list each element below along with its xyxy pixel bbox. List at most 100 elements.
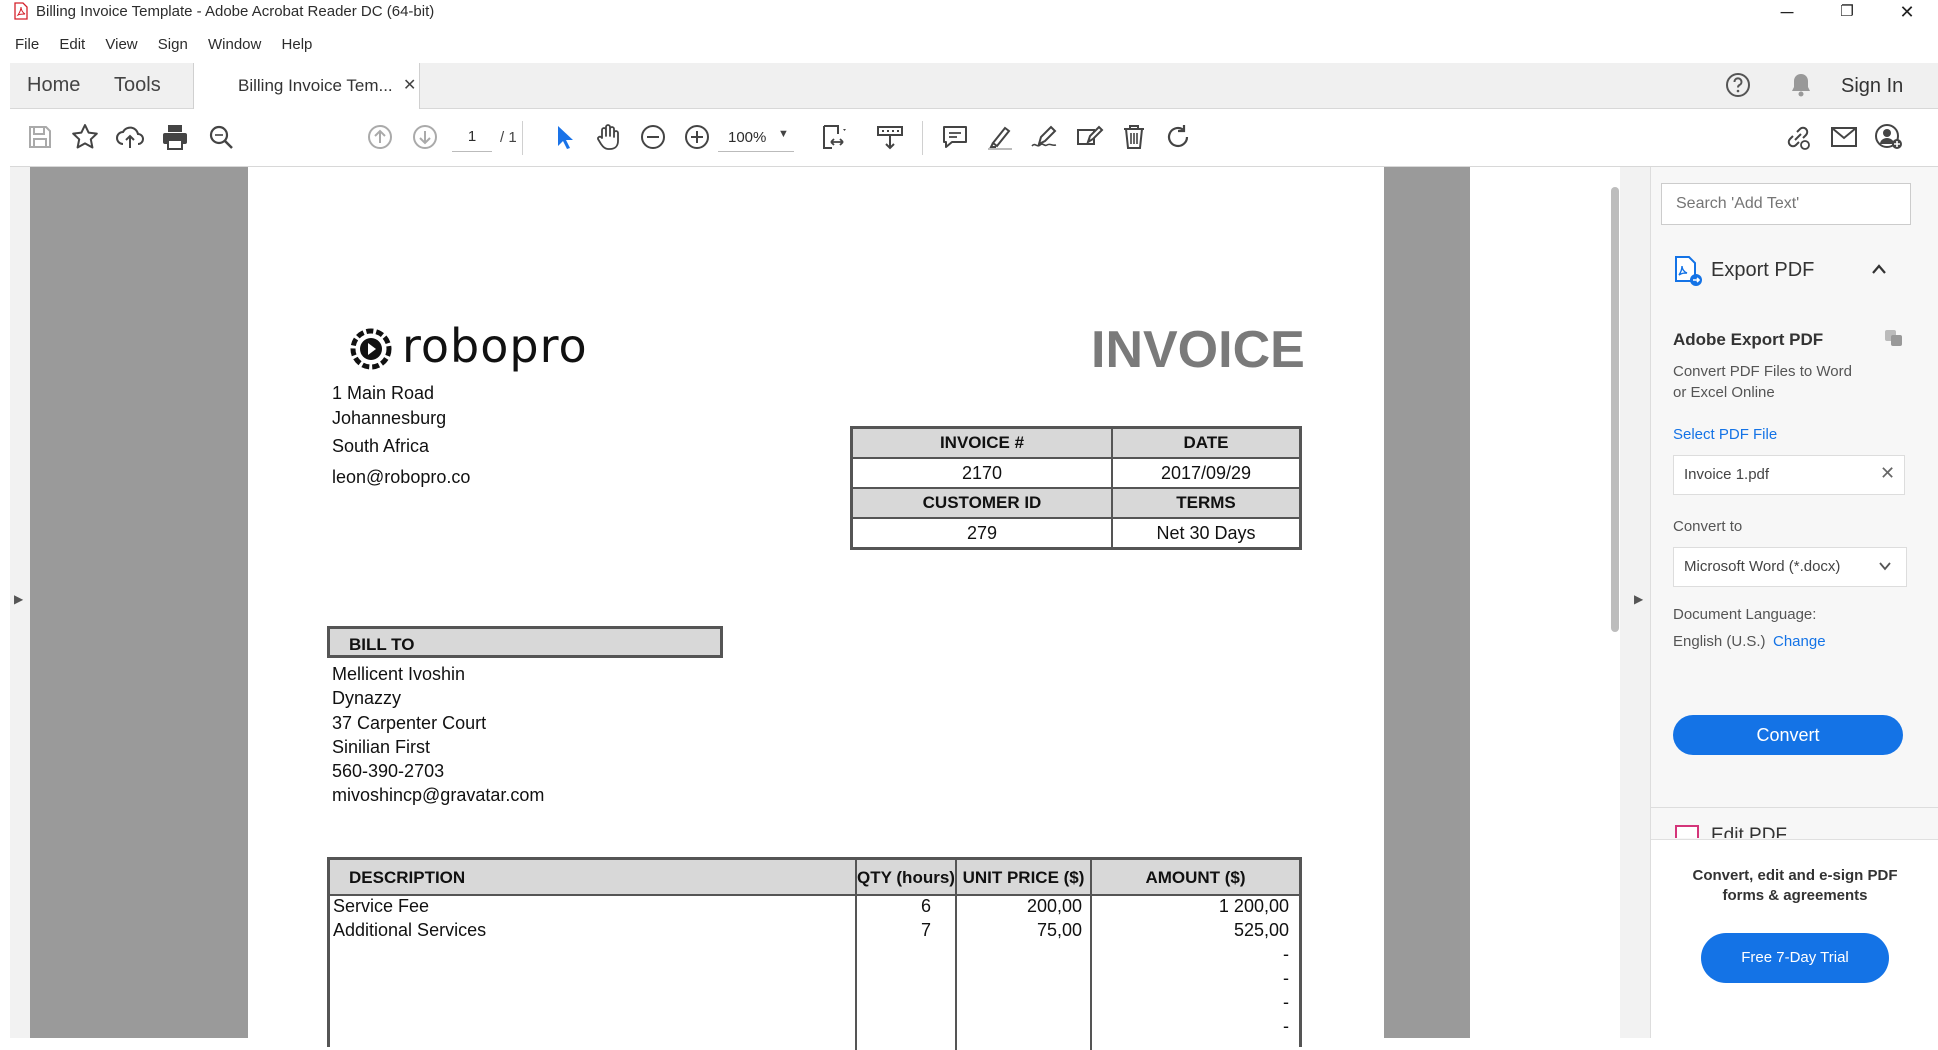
- adobe-export-title: Adobe Export PDF: [1673, 330, 1824, 349]
- promo-section: Convert, edit and e-sign PDF forms & agr…: [1651, 839, 1938, 1039]
- invoice-number-label: INVOICE #: [850, 426, 1113, 459]
- terms-value: Net 30 Days: [1111, 517, 1302, 550]
- bill-to-address: Mellicent Ivoshin Dynazzy 37 Carpenter C…: [332, 662, 544, 808]
- customer-id-value: 279: [850, 517, 1113, 550]
- zoom-out-button[interactable]: [635, 119, 671, 155]
- tab-home[interactable]: Home: [27, 63, 80, 108]
- title-bar: Billing Invoice Template - Adobe Acrobat…: [0, 0, 1938, 24]
- menu-help[interactable]: Help: [282, 36, 313, 53]
- menu-edit[interactable]: Edit: [59, 36, 85, 53]
- toolbar-separator: [522, 121, 523, 155]
- edit-pdf-title: Edit PDF: [1711, 825, 1788, 838]
- left-panel-toggle-strip[interactable]: ▶: [10, 167, 30, 1038]
- fit-page-icon: [823, 125, 846, 149]
- highlight-button[interactable]: [982, 119, 1018, 155]
- table-row: -: [330, 992, 1299, 1016]
- cursor-arrow-icon: [558, 126, 573, 149]
- convert-to-label: Convert to: [1673, 518, 1743, 535]
- upload-cloud-button[interactable]: [112, 119, 148, 155]
- zoom-level-dropdown[interactable]: 100% ▼: [718, 123, 794, 152]
- convert-button[interactable]: Convert: [1673, 715, 1903, 755]
- promo-text: Convert, edit and e-sign PDF: [1692, 867, 1898, 884]
- table-row: Service Fee 6 200,00 1 200,00: [330, 896, 1299, 920]
- address-line: South Africa: [332, 436, 430, 456]
- add-user-button[interactable]: [1870, 119, 1906, 155]
- company-address: 1 Main Road Johannesburg South Africa le…: [332, 381, 470, 490]
- minimize-button[interactable]: ─: [1760, 0, 1814, 24]
- page-total: / 1: [500, 129, 517, 146]
- tab-tools[interactable]: Tools: [114, 63, 161, 108]
- column-header-qty: QTY (hours): [857, 868, 955, 887]
- sign-button[interactable]: [1026, 119, 1062, 155]
- hand-tool-button[interactable]: [590, 119, 626, 155]
- comment-button[interactable]: [937, 119, 973, 155]
- document-scrollbar[interactable]: [1611, 187, 1619, 632]
- email-button[interactable]: [1826, 119, 1862, 155]
- fill-sign-button[interactable]: [1071, 119, 1107, 155]
- bookmark-star-button[interactable]: [67, 119, 103, 155]
- arrow-down-circle-icon: [413, 125, 437, 149]
- document-language-value: English (U.S.): [1673, 633, 1766, 650]
- item-description: Additional Services: [333, 920, 487, 940]
- next-page-button[interactable]: [407, 119, 443, 155]
- right-panel-toggle-strip[interactable]: ▶: [1620, 167, 1650, 1038]
- customer-company: Dynazzy: [332, 688, 402, 709]
- tool-search-input[interactable]: [1661, 183, 1911, 225]
- help-icon[interactable]: [1724, 71, 1752, 99]
- chevron-down-icon: [1879, 562, 1891, 571]
- page-number-input[interactable]: 1: [452, 123, 492, 152]
- chevron-down-icon: ▼: [778, 128, 789, 140]
- zoom-level-value: 100%: [728, 129, 767, 146]
- save-icon: [29, 126, 51, 148]
- collapse-right-panel-icon[interactable]: ▶: [1634, 592, 1643, 606]
- find-button[interactable]: [203, 119, 239, 155]
- column-header-amount: AMOUNT ($): [1145, 868, 1246, 887]
- delete-button[interactable]: [1116, 119, 1152, 155]
- window-title: Billing Invoice Template - Adobe Acrobat…: [36, 3, 435, 20]
- sign-in-link[interactable]: Sign In: [1841, 75, 1903, 98]
- remove-file-icon[interactable]: ✕: [1880, 463, 1895, 484]
- previous-page-button[interactable]: [362, 119, 398, 155]
- column-header-description: DESCRIPTION: [349, 868, 466, 887]
- export-pdf-header[interactable]: Export PDF: [1651, 247, 1938, 297]
- maximize-button[interactable]: ❐: [1820, 0, 1874, 24]
- customer-id-label: CUSTOMER ID: [850, 487, 1113, 519]
- customer-email: mivoshincp@gravatar.com: [332, 785, 545, 806]
- edit-pdf-icon: [1675, 825, 1699, 838]
- invoice-number-value: 2170: [850, 457, 1113, 489]
- save-button[interactable]: [22, 119, 58, 155]
- change-language-link[interactable]: Change: [1773, 633, 1826, 650]
- edit-pdf-section[interactable]: Edit PDF: [1651, 808, 1938, 838]
- menu-sign[interactable]: Sign: [158, 36, 188, 53]
- chevron-up-icon[interactable]: [1871, 263, 1887, 275]
- selected-file-field[interactable]: Invoice 1.pdf ✕: [1673, 455, 1905, 495]
- zoom-in-button[interactable]: [679, 119, 715, 155]
- invoice-meta-table: INVOICE # DATE 2170 2017/09/29 CUSTOMER …: [850, 426, 1302, 550]
- item-amount: -: [1283, 1016, 1289, 1036]
- adobe-export-description: Convert PDF Files to Word: [1673, 363, 1852, 380]
- print-button[interactable]: [157, 119, 193, 155]
- zoom-in-icon: [685, 125, 709, 149]
- customer-phone: 560-390-2703: [332, 761, 445, 782]
- fit-page-button[interactable]: [816, 119, 852, 155]
- rotate-button[interactable]: [1160, 119, 1196, 155]
- notifications-bell-icon[interactable]: [1788, 71, 1814, 99]
- free-trial-button[interactable]: Free 7-Day Trial: [1701, 933, 1889, 983]
- select-pdf-file-link[interactable]: Select PDF File: [1673, 426, 1777, 443]
- star-icon: [72, 124, 98, 149]
- convert-to-select[interactable]: Microsoft Word (*.docx): [1673, 547, 1907, 587]
- bill-to-label: BILL TO: [349, 635, 415, 654]
- share-link-button[interactable]: [1780, 119, 1816, 155]
- tab-document[interactable]: Billing Invoice Tem... ✕: [193, 63, 420, 109]
- menu-file[interactable]: File: [15, 36, 39, 53]
- menu-window[interactable]: Window: [208, 36, 261, 53]
- expand-left-panel-icon[interactable]: ▶: [14, 592, 23, 606]
- close-tab-icon[interactable]: ✕: [403, 75, 416, 95]
- close-window-button[interactable]: ✕: [1880, 0, 1934, 24]
- export-pdf-icon: [1675, 256, 1702, 286]
- menu-view[interactable]: View: [105, 36, 137, 53]
- export-pdf-title: Export PDF: [1711, 259, 1815, 281]
- select-tool-button[interactable]: [546, 119, 582, 155]
- scroll-mode-button[interactable]: [872, 119, 908, 155]
- export-info-icon[interactable]: [1884, 329, 1904, 347]
